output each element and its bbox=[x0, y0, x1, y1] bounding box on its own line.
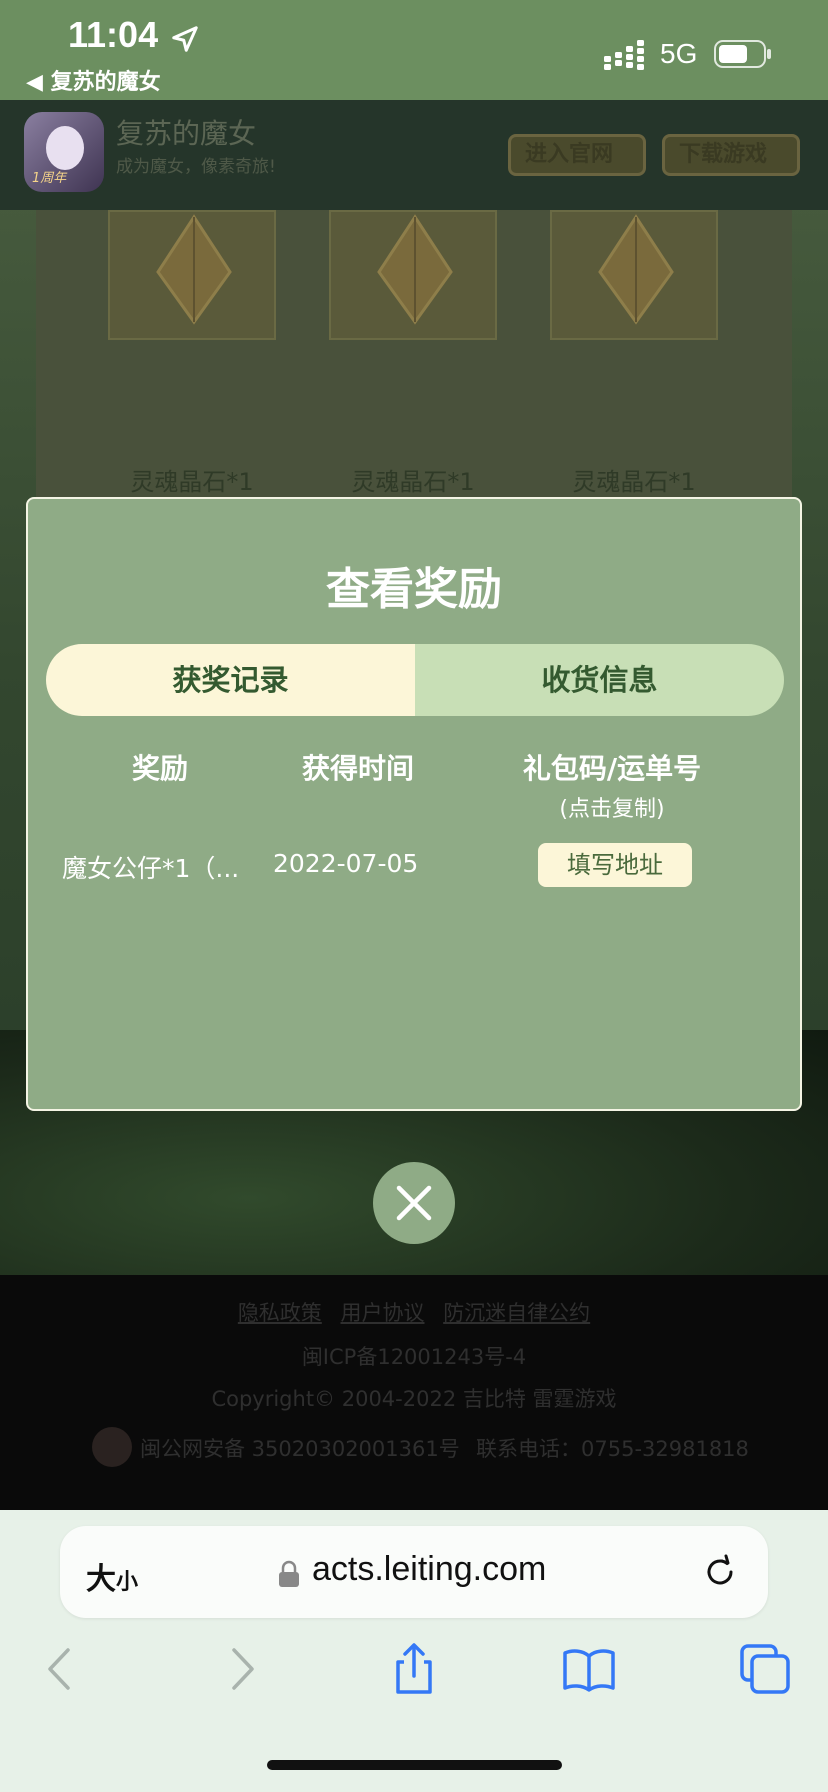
location-arrow-icon bbox=[172, 26, 198, 52]
reward-label: 灵魂晶石*1 bbox=[351, 468, 475, 496]
reward-modal: 查看奖励 获奖记录 收货信息 奖励 获得时间 礼包码/运单号 (点击复制) 魔女… bbox=[26, 497, 802, 1111]
record-reward: 魔女公仔*1（... bbox=[62, 854, 240, 883]
address-bar[interactable]: 大小 acts.leiting.com bbox=[60, 1526, 768, 1618]
reward-label: 灵魂晶石*1 bbox=[130, 468, 254, 496]
privacy-policy-link[interactable]: 隐私政策 bbox=[238, 1301, 322, 1325]
close-icon bbox=[396, 1185, 432, 1221]
game-header: 1周年 复苏的魔女 成为魔女，像素奇旅! 进入官网 下载游戏 bbox=[0, 100, 828, 210]
police-badge-icon bbox=[92, 1427, 132, 1467]
fill-address-button[interactable]: 填写地址 bbox=[538, 843, 692, 887]
share-icon[interactable] bbox=[387, 1642, 441, 1696]
soul-crystal-icon bbox=[377, 214, 453, 325]
user-agreement-link[interactable]: 用户协议 bbox=[341, 1301, 425, 1325]
forward-arrow-icon[interactable] bbox=[214, 1642, 268, 1696]
home-indicator bbox=[267, 1760, 562, 1770]
icp-record: 闽ICP备12001243号-4 bbox=[301, 1345, 527, 1369]
back-to-app-link[interactable]: ◀ 复苏的魔女 bbox=[26, 64, 161, 96]
reload-icon[interactable] bbox=[700, 1552, 740, 1592]
copy-hint: (点击复制) bbox=[559, 797, 665, 822]
reward-tile-soul-crystal bbox=[108, 210, 276, 340]
app-icon: 1周年 bbox=[24, 112, 104, 192]
soul-crystal-icon bbox=[156, 214, 232, 325]
record-time: 2022-07-05 bbox=[273, 849, 419, 878]
tab-award-records[interactable]: 获奖记录 bbox=[46, 644, 415, 716]
tabs-icon[interactable] bbox=[738, 1642, 792, 1696]
modal-tabs: 获奖记录 收货信息 bbox=[46, 644, 784, 716]
official-site-button[interactable]: 进入官网 bbox=[508, 134, 646, 176]
text-size-button[interactable]: 大小 bbox=[86, 1554, 138, 1598]
column-header-reward: 奖励 bbox=[131, 752, 188, 785]
browser-chrome: 大小 acts.leiting.com bbox=[0, 1510, 828, 1792]
copyright-text: Copyright© 2004-2022 吉比特 雷霆游戏 bbox=[211, 1387, 617, 1411]
reward-label: 灵魂晶石*1 bbox=[572, 468, 696, 496]
app-title: 复苏的魔女 bbox=[116, 117, 257, 150]
police-record: 闽公网安备 35020302001361号 bbox=[140, 1437, 460, 1461]
app-subtitle: 成为魔女，像素奇旅! bbox=[116, 157, 276, 177]
bookmarks-icon[interactable] bbox=[562, 1642, 616, 1696]
modal-title: 查看奖励 bbox=[326, 564, 502, 615]
close-modal-button[interactable] bbox=[373, 1162, 455, 1244]
back-arrow-icon[interactable] bbox=[34, 1642, 88, 1696]
reward-tile-soul-crystal bbox=[550, 210, 718, 340]
site-footer: 隐私政策 用户协议 防沉迷自律公约 闽ICP备12001243号-4 Copyr… bbox=[0, 1275, 828, 1510]
anti-addiction-link[interactable]: 防沉迷自律公约 bbox=[443, 1301, 590, 1325]
download-game-button[interactable]: 下载游戏 bbox=[662, 134, 800, 176]
cellular-signal-icon bbox=[604, 40, 644, 70]
lock-icon bbox=[279, 1560, 299, 1587]
url-text[interactable]: acts.leiting.com bbox=[312, 1550, 546, 1589]
reward-tile-soul-crystal bbox=[329, 210, 497, 340]
network-type: 5G bbox=[660, 38, 698, 69]
column-header-code: 礼包码/运单号 bbox=[522, 752, 702, 785]
footer-links: 隐私政策 用户协议 防沉迷自律公约 bbox=[0, 1297, 828, 1327]
soul-crystal-icon bbox=[598, 214, 674, 325]
tab-shipping-info[interactable]: 收货信息 bbox=[415, 644, 784, 716]
status-time: 11:04 bbox=[68, 14, 159, 55]
status-bar: 11:04 ◀ 复苏的魔女 5G bbox=[0, 0, 828, 100]
battery-icon bbox=[714, 40, 771, 68]
anniversary-badge: 1周年 bbox=[32, 171, 67, 186]
contact-phone: 联系电话：0755-32981818 bbox=[476, 1437, 749, 1461]
column-header-time: 获得时间 bbox=[301, 752, 414, 785]
